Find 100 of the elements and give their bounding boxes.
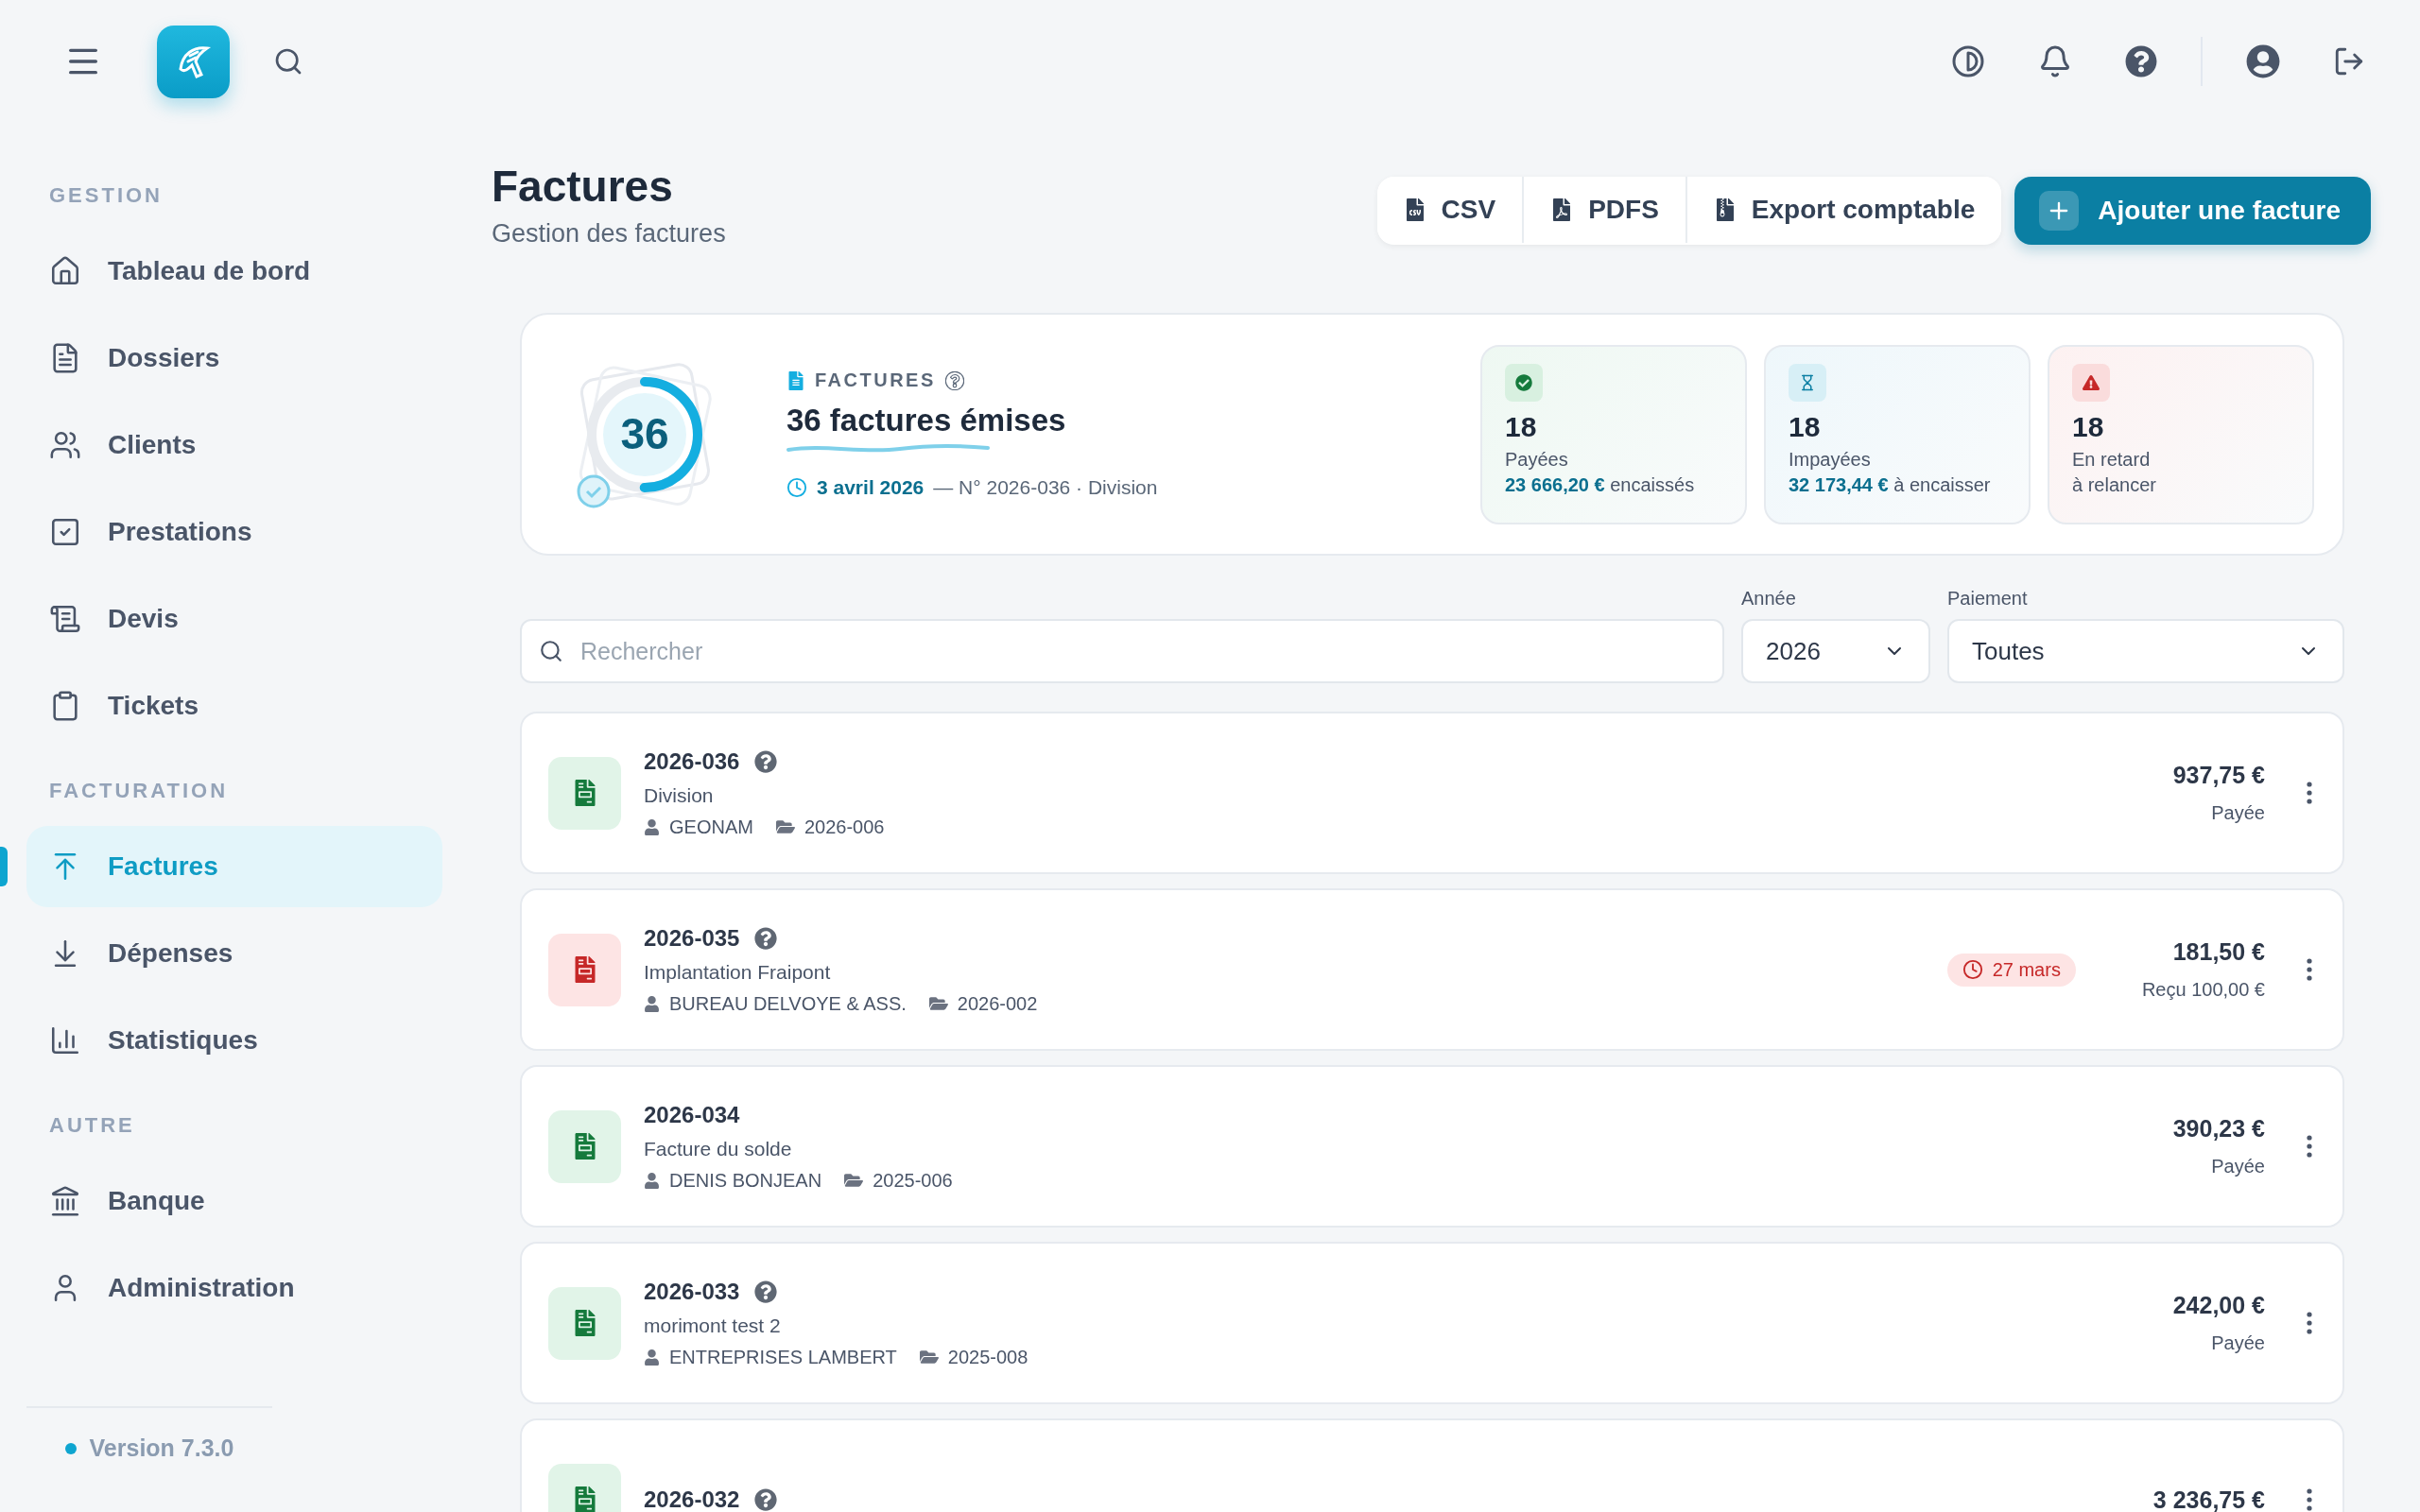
bell-icon [2038, 44, 2072, 78]
list-document-icon [49, 603, 81, 635]
folder-icon [919, 1348, 939, 1366]
sidebar-item[interactable]: Dossiers [26, 318, 442, 399]
invoice-icon [548, 756, 621, 830]
stat-value: 18 [1505, 410, 1538, 443]
contrast-icon [1951, 44, 1985, 78]
sidebar-section-title: FACTURATION [49, 779, 230, 803]
stat-note: 32 173,44 € à encaisser [1789, 473, 1992, 496]
add-invoice-button[interactable]: Ajouter une facture [2014, 177, 2371, 245]
export-button[interactable]: PDFS [1522, 177, 1685, 243]
search-icon [539, 639, 563, 663]
invoice-count: 36 [619, 411, 670, 455]
help-icon [2125, 45, 2157, 77]
bar-chart-icon [49, 1024, 81, 1057]
logo-icon[interactable] [157, 25, 230, 98]
check-icon [1505, 363, 1543, 402]
stat-label: En retard [2072, 448, 2152, 471]
stat-note: 23 666,20 € encaissés [1505, 473, 1696, 496]
invoice-description: Implantation Fraipont [644, 960, 832, 984]
hourglass-icon [1789, 363, 1826, 402]
sidebar-item[interactable]: Tableau de bord [26, 231, 442, 312]
search-field[interactable]: Rechercher [520, 619, 1724, 683]
plus-icon [2039, 191, 2080, 231]
users-icon [49, 429, 81, 461]
invoice-icon [548, 933, 621, 1006]
stat-label: Payées [1505, 448, 1569, 471]
sidebar-item[interactable]: Administration [26, 1247, 442, 1329]
invoice-amount: 181,50 € [2172, 938, 2265, 966]
summary-label: FACTURES [815, 369, 936, 391]
sidebar-item[interactable]: Dépenses [26, 913, 442, 994]
invoice-number: 2026-034 [644, 1101, 740, 1128]
search-icon [273, 46, 303, 77]
version-label: Version 7.3.0 [89, 1435, 234, 1462]
summary-detail: — N° 2026-036 · Division [933, 476, 1158, 499]
filter-label: Paiement [1947, 588, 2029, 610]
invoice-row[interactable]: 2026-035 Implantation Fraipont BUREAU DELVOYE & ASS. 2026-002 27 mars 181,50 € Reçu 100,00 € [520, 888, 2344, 1051]
invoice-number: 2026-036 [644, 747, 740, 775]
sidebar-section-title: AUTRE [49, 1113, 136, 1138]
stat-value: 18 [1789, 410, 1822, 443]
payment-select[interactable]: Toutes [1947, 619, 2344, 683]
checkbox-icon [49, 516, 81, 548]
folder-icon [844, 1171, 864, 1190]
person-icon [644, 818, 660, 835]
page-title: Factures [492, 161, 674, 212]
client-name: DENIS BONJEAN [669, 1169, 822, 1192]
invoice-number: 2026-033 [644, 1278, 740, 1305]
stat-value: 18 [2072, 410, 2105, 443]
client-name: ENTREPRISES LAMBERT [669, 1346, 897, 1368]
stat-note: à relancer [2072, 473, 2157, 496]
payment-status: Payée [2211, 1156, 2265, 1177]
export-button[interactable]: Export comptable [1685, 177, 2002, 243]
year-select[interactable]: 2026 [1741, 619, 1930, 683]
invoice-amount: 242,00 € [2172, 1292, 2265, 1319]
payment-status: Reçu 100,00 € [2141, 979, 2265, 1001]
folder-icon [775, 817, 795, 836]
sidebar-section-title: GESTION [49, 183, 164, 208]
sidebar-item[interactable]: Statistiques [26, 1000, 442, 1081]
invoice-row[interactable]: 2026-034 Facture du solde DENIS BONJEAN 2025-006 390,23 € Payée [520, 1065, 2344, 1228]
check-badge-icon [577, 474, 611, 507]
client-name: GEONAM [669, 816, 753, 838]
invoice-number: 2026-032 [644, 1486, 740, 1512]
user-icon [2246, 44, 2280, 78]
invoice-row[interactable]: 2026-033 morimont test 2 ENTREPRISES LAMBERT 2025-008 242,00 € Payée [520, 1242, 2344, 1404]
invoice-icon [548, 1286, 621, 1360]
export-button[interactable]: CSV [1376, 177, 1523, 243]
logout-icon [2333, 45, 2365, 77]
invoice-amount: 937,75 € [2172, 762, 2265, 789]
invoice-amount: 3 236,75 € [2152, 1486, 2265, 1512]
folder-number: 2025-008 [947, 1346, 1028, 1368]
active-indicator [0, 847, 8, 886]
invoice-row[interactable]: 2026-036 Division GEONAM 2026-006 937,75 € Payée [520, 712, 2344, 874]
folder-number: 2026-006 [804, 816, 885, 838]
payment-status: Payée [2211, 1332, 2265, 1354]
summary-title: 36 factures émises [786, 403, 1067, 438]
client-name: BUREAU DELVOYE & ASS. [669, 992, 907, 1015]
more-icon [2307, 958, 2312, 981]
invoice-row[interactable]: 2026-032 3 236,75 € [520, 1418, 2344, 1512]
more-icon [2307, 1488, 2312, 1511]
folder-number: 2025-006 [873, 1169, 953, 1192]
more-icon [2307, 1135, 2312, 1158]
sidebar-item[interactable]: Banque [26, 1160, 442, 1242]
warning-icon [2072, 363, 2110, 402]
clock-icon [786, 477, 807, 498]
summary-date: 3 avril 2026 [817, 476, 925, 499]
overdue-badge: 27 mars [1946, 953, 2076, 987]
document-icon [786, 370, 805, 390]
person-icon [644, 995, 660, 1012]
stat-label: Impayées [1789, 448, 1872, 471]
invoice-description: Facture du solde [644, 1137, 793, 1160]
sidebar-item[interactable]: Prestations [26, 491, 442, 573]
person-icon [644, 1349, 660, 1366]
sidebar-item[interactable]: Devis [26, 578, 442, 660]
sidebar-item[interactable]: Clients [26, 404, 442, 486]
help-icon [944, 370, 964, 390]
house-icon [49, 255, 81, 287]
sidebar-item[interactable]: Tickets [26, 665, 442, 747]
invoice-description: morimont test 2 [644, 1314, 782, 1337]
folder-number: 2026-002 [957, 992, 1038, 1015]
payment-status: Payée [2211, 802, 2265, 824]
